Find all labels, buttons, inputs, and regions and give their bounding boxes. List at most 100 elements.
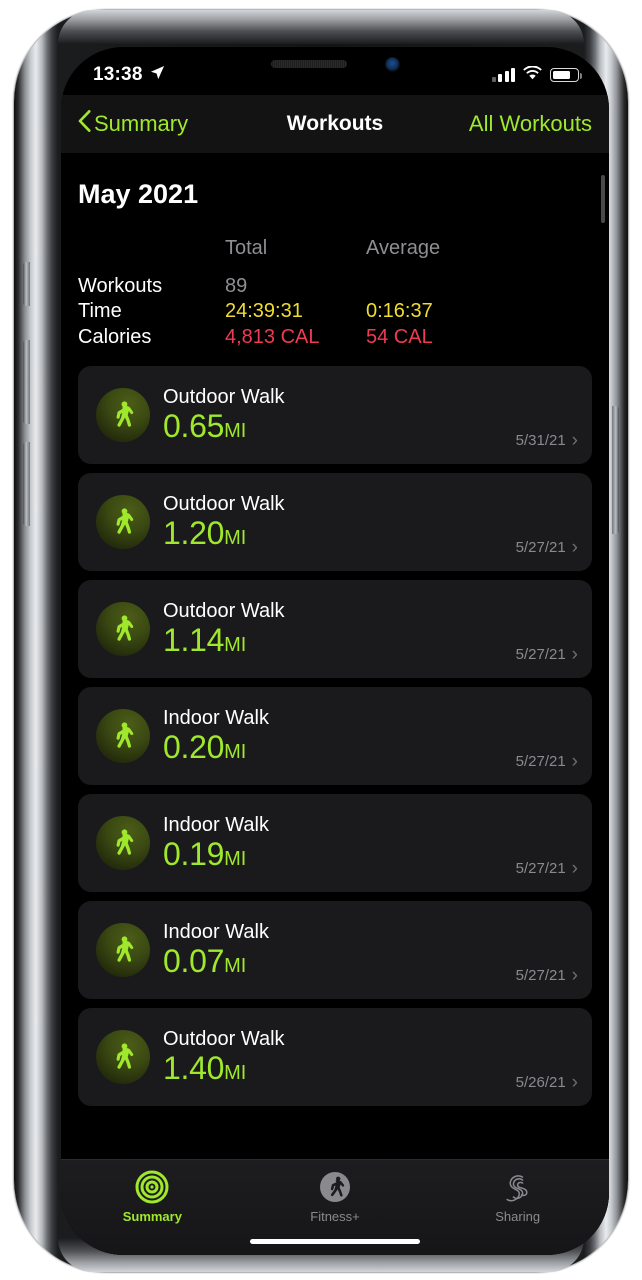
walking-figure-icon — [96, 1030, 150, 1085]
stats-header-row: Total Average — [78, 236, 609, 262]
status-bar-right — [491, 64, 582, 85]
sharing-s-icon — [500, 1169, 536, 1205]
workout-distance-value: 1.40 — [163, 1050, 225, 1087]
workout-card[interactable]: Indoor Walk 0.19MI 5/27/21 › — [78, 794, 592, 893]
workout-title: Indoor Walk — [163, 920, 269, 943]
workout-distance-value: 1.20 — [163, 515, 225, 552]
workout-distance-unit: MI — [224, 420, 247, 443]
workout-distance-value: 1.14 — [163, 622, 225, 659]
workout-date: 5/27/21 — [515, 539, 566, 557]
chevron-right-icon: › — [571, 644, 578, 666]
stats-row-total: 24:39:31 — [225, 300, 303, 323]
stats-row-label: Calories — [78, 325, 152, 348]
stats-row-time: Time 24:39:31 0:16:37 — [78, 299, 609, 325]
tab-label: Sharing — [495, 1209, 541, 1224]
workout-card-meta: 5/27/21 › — [516, 859, 578, 878]
stats-row-total: 4,813 CAL — [225, 325, 320, 348]
stats-row-total: 89 — [225, 274, 248, 297]
workout-distance: 0.20MI — [163, 729, 516, 766]
walking-figure-icon — [96, 816, 150, 871]
month-heading: May 2021 — [78, 179, 199, 209]
stats-header-total: Total — [225, 237, 268, 259]
workout-distance-unit: MI — [224, 527, 247, 550]
workout-distance: 0.19MI — [163, 836, 516, 873]
workout-card-meta: 5/26/21 › — [516, 1073, 578, 1092]
workout-card-body: Indoor Walk 0.20MI — [163, 707, 516, 767]
workout-date: 5/26/21 — [515, 1074, 566, 1092]
main-content: May 2021 Total Average Workouts 89 Time … — [61, 153, 609, 1255]
cellular-signal-icon — [491, 68, 515, 82]
volume-up-button[interactable] — [23, 340, 30, 424]
workout-distance-value: 0.07 — [163, 943, 225, 980]
workout-title: Outdoor Walk — [163, 385, 285, 408]
walking-figure-icon — [96, 388, 150, 443]
mute-switch-button[interactable] — [23, 262, 30, 306]
workout-distance-value: 0.20 — [163, 729, 225, 766]
back-button-label: Summary — [94, 111, 189, 136]
workout-date: 5/27/21 — [515, 967, 566, 985]
stats-header-average: Average — [366, 237, 441, 259]
stats-row-average: 54 CAL — [366, 325, 433, 348]
workout-card-body: Outdoor Walk 0.65MI — [163, 386, 516, 446]
frame-top-edge — [58, 10, 584, 44]
stats-row-calories: Calories 4,813 CAL 54 CAL — [78, 325, 609, 351]
workout-date: 5/27/21 — [515, 860, 566, 878]
workout-date: 5/31/21 — [515, 432, 566, 450]
phone-screen: 13:38 Summary Workouts All Workouts May … — [61, 47, 609, 1255]
walking-figure-icon — [96, 923, 150, 978]
workout-card-meta: 5/27/21 › — [516, 538, 578, 557]
chevron-right-icon: › — [571, 430, 578, 452]
chevron-right-icon: › — [571, 537, 578, 559]
workout-card[interactable]: Outdoor Walk 1.40MI 5/26/21 › — [78, 1008, 592, 1107]
workout-distance-unit: MI — [224, 848, 247, 871]
workout-title: Outdoor Walk — [163, 492, 285, 515]
workout-distance: 0.07MI — [163, 943, 516, 980]
walking-figure-icon — [96, 602, 150, 657]
tab-sharing[interactable]: Sharing — [426, 1169, 609, 1224]
battery-icon — [550, 68, 582, 82]
page-title: Workouts — [286, 112, 384, 135]
workout-title: Outdoor Walk — [163, 599, 285, 622]
volume-down-button[interactable] — [23, 442, 30, 526]
workout-distance-value: 0.19 — [163, 836, 225, 873]
chevron-right-icon: › — [571, 965, 578, 987]
tab-label: Fitness+ — [310, 1209, 360, 1224]
navigation-bar: Summary Workouts All Workouts — [61, 95, 609, 153]
workout-distance: 1.40MI — [163, 1050, 516, 1087]
workout-card-body: Indoor Walk 0.19MI — [163, 814, 516, 874]
all-workouts-button[interactable]: All Workouts — [469, 111, 592, 137]
walking-figure-icon — [96, 495, 150, 550]
workout-card-body: Outdoor Walk 1.14MI — [163, 600, 516, 660]
home-indicator[interactable] — [250, 1239, 420, 1244]
workout-distance-unit: MI — [224, 1062, 247, 1085]
vertical-scrollbar[interactable] — [601, 175, 605, 223]
workout-card[interactable]: Indoor Walk 0.07MI 5/27/21 › — [78, 901, 592, 1000]
workout-card-meta: 5/31/21 › — [516, 431, 578, 450]
tab-label: Summary — [122, 1209, 182, 1224]
chevron-left-icon — [78, 110, 91, 138]
earpiece-speaker-icon — [270, 60, 347, 68]
back-button-summary[interactable]: Summary — [78, 110, 188, 138]
workout-distance-value: 0.65 — [163, 408, 225, 445]
workout-title: Indoor Walk — [163, 813, 269, 836]
workout-card-body: Outdoor Walk 1.40MI — [163, 1028, 516, 1088]
workout-card-meta: 5/27/21 › — [516, 645, 578, 664]
workout-card[interactable]: Outdoor Walk 1.14MI 5/27/21 › — [78, 580, 592, 679]
workout-card-meta: 5/27/21 › — [516, 966, 578, 985]
running-figure-icon — [317, 1169, 353, 1205]
display-notch — [209, 47, 461, 81]
workout-distance-unit: MI — [224, 955, 247, 978]
tab-summary[interactable]: Summary — [61, 1169, 244, 1224]
workout-card[interactable]: Outdoor Walk 1.20MI 5/27/21 › — [78, 473, 592, 572]
wifi-icon — [523, 64, 542, 85]
tab-fitness[interactable]: Fitness+ — [244, 1169, 427, 1224]
workout-list: Outdoor Walk 0.65MI 5/31/21 › Outdoor Walk 1.… — [61, 350, 609, 1107]
front-camera-icon — [384, 56, 400, 72]
status-bar-left: 13:38 — [93, 64, 165, 86]
workout-distance: 0.65MI — [163, 408, 516, 445]
power-button[interactable] — [612, 406, 619, 534]
workout-card[interactable]: Indoor Walk 0.20MI 5/27/21 › — [78, 687, 592, 786]
stats-row-label: Time — [78, 300, 122, 323]
workout-card[interactable]: Outdoor Walk 0.65MI 5/31/21 › — [78, 366, 592, 465]
workout-title: Indoor Walk — [163, 706, 269, 729]
